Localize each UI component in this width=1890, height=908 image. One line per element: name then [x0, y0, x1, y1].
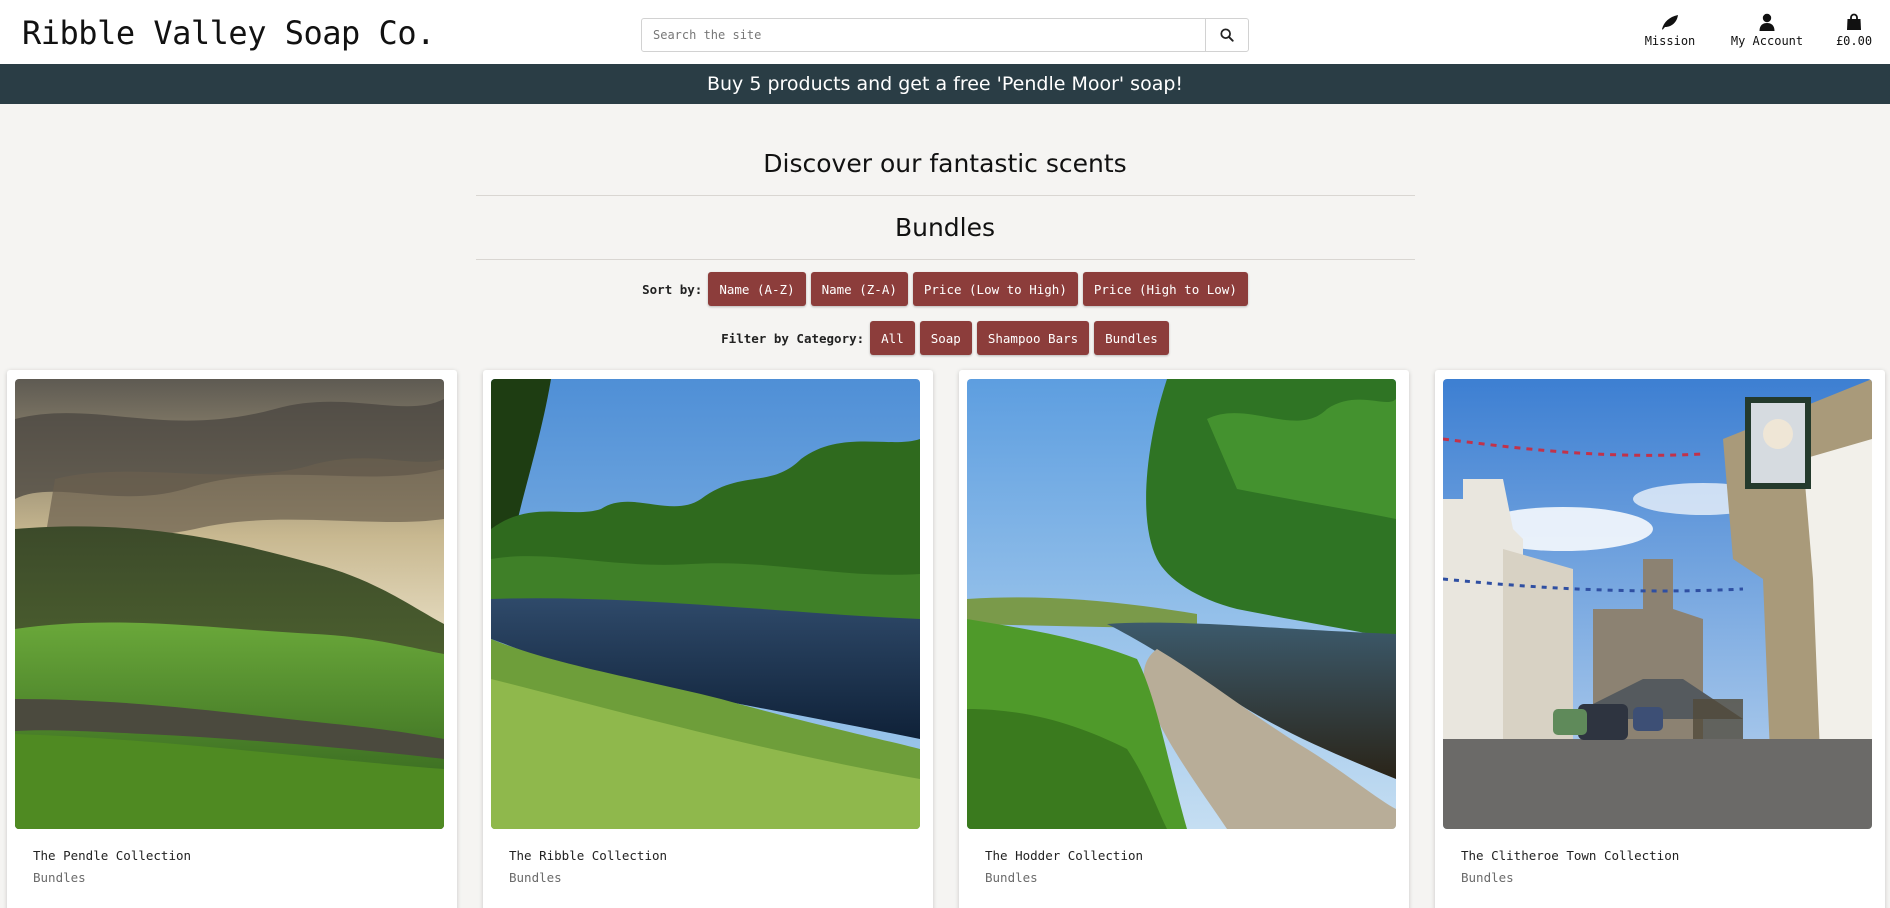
nav-bag-link[interactable]: £0.00 [1828, 13, 1880, 48]
product-name[interactable]: The Pendle Collection [33, 848, 191, 863]
site-logo[interactable]: Ribble Valley Soap Co. [22, 14, 435, 52]
promo-banner-text: Buy 5 products and get a free 'Pendle Mo… [706, 73, 1184, 95]
product-name[interactable]: The Hodder Collection [985, 848, 1143, 863]
nav-account-link[interactable]: My Account [1725, 13, 1809, 48]
sort-label: Sort by: [642, 281, 703, 297]
promo-banner: Buy 5 products and get a free 'Pendle Mo… [0, 64, 1890, 104]
sort-controls: Sort by: Name (A-Z) Name (Z-A) Price (Lo… [0, 272, 1890, 306]
filter-soap-button[interactable]: Soap [919, 321, 972, 355]
search-button[interactable] [1205, 19, 1248, 51]
product-name[interactable]: The Clitheroe Town Collection [1461, 848, 1679, 863]
sort-name-desc-button[interactable]: Name (Z-A) [810, 272, 908, 306]
product-category[interactable]: Bundles [33, 870, 86, 885]
filter-all-button[interactable]: All [870, 321, 915, 355]
product-image[interactable] [491, 379, 920, 829]
divider [476, 259, 1415, 260]
product-name[interactable]: The Ribble Collection [509, 848, 667, 863]
divider [476, 195, 1415, 196]
bag-total: £0.00 [1835, 34, 1873, 48]
nav-account-label: My Account [1730, 34, 1804, 48]
product-image[interactable] [967, 379, 1396, 829]
leaf-icon [1662, 15, 1678, 30]
search-form [641, 18, 1249, 52]
search-input[interactable] [642, 19, 1205, 51]
product-image[interactable] [15, 379, 444, 829]
product-category[interactable]: Bundles [985, 870, 1038, 885]
product-card[interactable]: The Pendle Collection Bundles [7, 370, 457, 908]
sort-price-asc-button[interactable]: Price (Low to High) [912, 272, 1078, 306]
product-image[interactable] [1443, 379, 1872, 829]
nav-mission-link[interactable]: Mission [1640, 13, 1700, 48]
sort-name-asc-button[interactable]: Name (A-Z) [708, 272, 806, 306]
product-card[interactable]: The Hodder Collection Bundles [959, 370, 1409, 908]
site-header: Ribble Valley Soap Co. Mission My Accoun… [0, 0, 1890, 64]
page-title: Discover our fantastic scents [763, 149, 1127, 178]
filter-shampoo-bars-button[interactable]: Shampoo Bars [976, 321, 1090, 355]
product-category[interactable]: Bundles [1461, 870, 1514, 885]
filter-controls: Filter by Category: All Soap Shampoo Bar… [0, 321, 1890, 355]
filter-label: Filter by Category: [721, 330, 865, 346]
sort-price-desc-button[interactable]: Price (High to Low) [1082, 272, 1248, 306]
product-card[interactable]: The Ribble Collection Bundles [483, 370, 933, 908]
category-title: Bundles [894, 213, 996, 242]
nav-mission-label: Mission [1644, 34, 1696, 48]
product-card[interactable]: The Clitheroe Town Collection Bundles [1435, 370, 1885, 908]
product-category[interactable]: Bundles [509, 870, 562, 885]
search-icon [1220, 28, 1234, 42]
filter-bundles-button[interactable]: Bundles [1094, 321, 1169, 355]
user-icon [1759, 13, 1775, 31]
shopping-bag-icon [1847, 13, 1861, 30]
